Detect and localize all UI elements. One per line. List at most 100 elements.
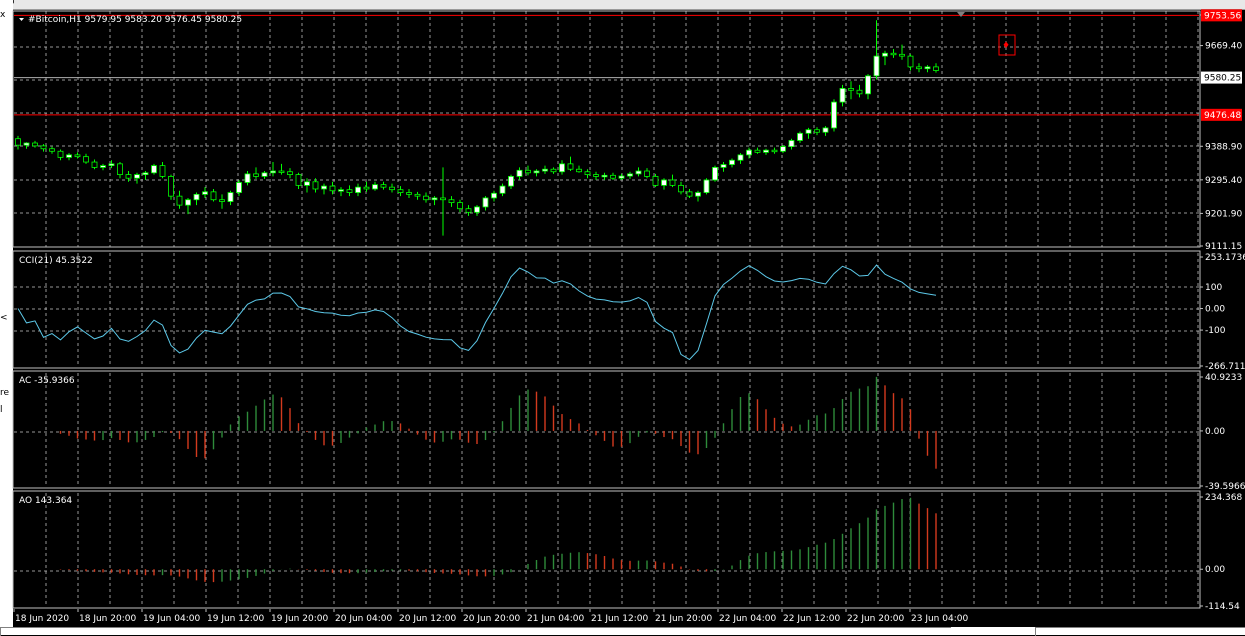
candle-body — [746, 149, 752, 156]
candle-body — [559, 163, 565, 173]
ao-panel-header: AO 143.364 — [19, 496, 72, 506]
candle-body — [57, 150, 64, 158]
candle-body — [848, 88, 854, 91]
candle-body — [117, 163, 123, 176]
candle-body — [100, 165, 106, 168]
candle-body — [499, 185, 506, 194]
candle-body — [261, 172, 268, 177]
candle-body — [142, 172, 149, 176]
candle-body — [219, 199, 225, 202]
time-tick-label: 21 Jun 04:00 — [527, 614, 584, 624]
time-tick-label: 20 Jun 12:00 — [399, 614, 456, 624]
candle-body — [423, 195, 429, 201]
candle-body — [134, 174, 140, 179]
time-tick-label: 20 Jun 20:00 — [463, 614, 520, 624]
candle-body — [193, 193, 200, 201]
candle-body — [797, 132, 803, 141]
candle-body — [576, 168, 582, 173]
time-tick-label: 23 Jun 04:00 — [911, 614, 968, 624]
candle-body — [15, 138, 21, 146]
time-tick-label: 19 Jun 20:00 — [271, 614, 328, 624]
candle-body — [465, 208, 472, 213]
candle-body — [482, 197, 489, 208]
candle-body — [372, 184, 378, 190]
time-tick-label: 21 Jun 12:00 — [591, 614, 648, 624]
price-panel[interactable] — [12, 10, 1201, 248]
axis-tick-label: 9111.15 — [1205, 242, 1242, 252]
cci-panel[interactable] — [12, 250, 1201, 369]
candle-body — [584, 171, 591, 176]
current-price-tag: 9580.25 — [1204, 74, 1241, 84]
candle-body — [491, 192, 497, 199]
candle-body — [763, 149, 769, 153]
candle-body — [652, 176, 659, 186]
candle-body — [406, 192, 412, 195]
candle-body — [397, 189, 404, 193]
axis-tick-label: 9295.40 — [1205, 176, 1242, 186]
candle-body — [168, 176, 174, 197]
chart-area[interactable]: 9762.909669.409388.909295.409201.909111.… — [0, 0, 1245, 635]
candle-body — [185, 199, 191, 206]
candle-body — [74, 154, 81, 158]
candle-body — [448, 199, 455, 204]
candle-body — [321, 185, 327, 190]
candle-body — [933, 66, 939, 71]
candle-body — [23, 142, 30, 146]
candle-body — [338, 189, 344, 192]
candle-body — [380, 184, 387, 188]
candle-body — [618, 175, 625, 179]
candle-body — [924, 66, 931, 70]
candle-body — [278, 170, 285, 173]
candle-body — [678, 184, 684, 193]
candle-body — [202, 191, 208, 195]
axis-tick-label: -114.54 — [1205, 602, 1240, 612]
axis-tick-label: 9669.40 — [1205, 42, 1242, 52]
candle-body — [516, 169, 523, 177]
axis-tick-label: 100 — [1205, 283, 1222, 293]
candle-body — [244, 173, 251, 183]
candle-body — [236, 182, 242, 193]
candle-body — [40, 145, 47, 150]
candle-body — [839, 88, 846, 103]
axis-tick-label: 0.00 — [1205, 427, 1225, 437]
candle-body — [627, 173, 633, 177]
candle-body — [66, 154, 72, 158]
candle-body — [729, 159, 735, 165]
candle-body — [125, 174, 132, 179]
candle-body — [525, 169, 531, 174]
candle-body — [457, 202, 463, 210]
candle-body — [91, 161, 98, 168]
candle-body — [601, 174, 608, 178]
candle-body — [856, 89, 863, 95]
candle-body — [414, 193, 421, 197]
candle-body — [227, 192, 234, 202]
candle-body — [780, 146, 786, 152]
axis-tick-label: -100 — [1205, 326, 1226, 336]
candle-body — [593, 174, 599, 177]
candle-body — [253, 173, 259, 177]
axis-tick-label: 234.368 — [1205, 493, 1242, 503]
time-tick-label: 18 Jun 20:00 — [79, 614, 136, 624]
candle-body — [712, 167, 718, 181]
candle-body — [355, 186, 361, 193]
candle-body — [822, 127, 829, 133]
candle-body — [703, 179, 710, 193]
time-tick-label: 22 Jun 04:00 — [719, 614, 776, 624]
ao-panel[interactable] — [12, 490, 1201, 609]
candle-body — [873, 55, 880, 77]
candle-body — [550, 168, 557, 173]
candle-body — [737, 154, 744, 161]
candle-body — [805, 129, 812, 134]
time-tick-label: 22 Jun 20:00 — [847, 614, 904, 624]
candle-body — [567, 163, 574, 170]
ac-panel[interactable] — [12, 370, 1201, 489]
time-tick-label: 19 Jun 04:00 — [143, 614, 200, 624]
candle-body — [814, 129, 820, 133]
candle-body — [882, 52, 888, 57]
candle-body — [108, 163, 115, 167]
axis-tick-label: 0.00 — [1205, 305, 1225, 315]
candle-body — [508, 176, 514, 187]
candle-body — [176, 195, 183, 206]
candle-body — [899, 53, 905, 57]
bottom-tab-bar — [0, 627, 1245, 636]
